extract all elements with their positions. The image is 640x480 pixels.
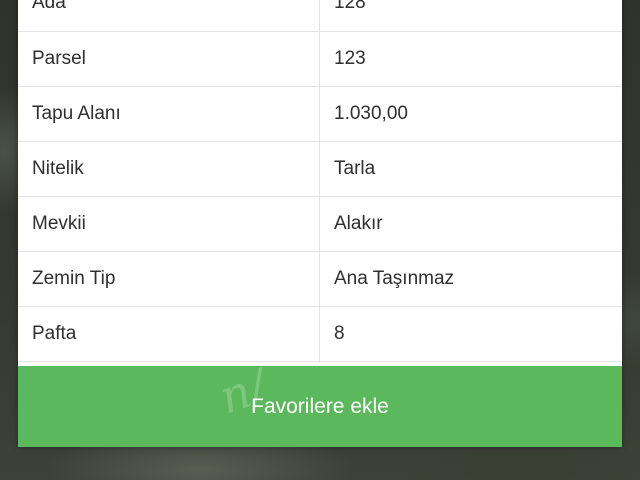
parcel-info-panel: Ada 128 Parsel 123 Tapu Alanı 1.030,00 N…	[18, 0, 622, 447]
row-label: Tapu Alanı	[18, 86, 320, 141]
row-label: Pafta	[18, 306, 320, 361]
row-label: Zemin Tip	[18, 251, 320, 306]
table-row-mevkii: Mevkii Alakır	[18, 196, 622, 251]
add-to-favorites-button[interactable]: Favorilere ekle	[18, 366, 622, 447]
row-value: Ana Taşınmaz	[334, 267, 455, 289]
row-value: Alakır	[334, 212, 383, 234]
row-value: 8	[334, 322, 345, 344]
row-label: Parsel	[18, 31, 320, 86]
table-row-zemin-tip: Zemin Tip Ana Taşınmaz	[18, 251, 622, 306]
table-row-ada: Ada 128	[18, 0, 622, 31]
table-row-tapu-alani: Tapu Alanı 1.030,00	[18, 86, 622, 141]
table-row-pafta: Pafta 8	[18, 306, 622, 361]
row-label: Mevkii	[18, 196, 320, 251]
row-value: 128	[334, 0, 366, 14]
table-row-parsel: Parsel 123	[18, 31, 622, 86]
row-label: Ada	[18, 0, 320, 31]
row-label: Nitelik	[18, 141, 320, 196]
row-value: 123	[334, 47, 366, 69]
table-row-nitelik: Nitelik Tarla	[18, 141, 622, 196]
row-value: 1.030,00	[334, 102, 408, 124]
parcel-info-table: Ada 128 Parsel 123 Tapu Alanı 1.030,00 N…	[18, 0, 622, 362]
row-value: Tarla	[334, 157, 376, 179]
